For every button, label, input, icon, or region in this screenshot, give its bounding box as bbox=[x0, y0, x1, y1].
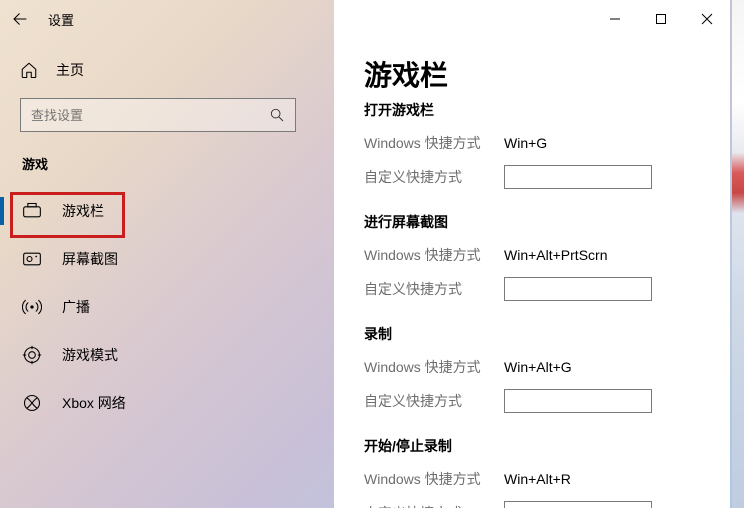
custom-shortcut-input[interactable] bbox=[504, 389, 652, 413]
minimize-icon bbox=[609, 13, 621, 25]
category-title: 游戏 bbox=[0, 154, 320, 187]
section-heading: 进行屏幕截图 bbox=[364, 212, 730, 232]
maximize-button[interactable] bbox=[638, 0, 684, 38]
shortcut-row: Windows 快捷方式 Win+Alt+R bbox=[364, 462, 730, 496]
section-heading: 录制 bbox=[364, 324, 730, 344]
section-heading: 打开游戏栏 bbox=[364, 100, 730, 120]
sidebar: 主页 游戏 游戏栏 屏幕截图 广播 游戏模式 Xbox 网络 bbox=[0, 38, 320, 508]
arrow-left-icon bbox=[11, 10, 29, 28]
shortcut-value: Win+Alt+PrtScrn bbox=[504, 247, 607, 263]
captures-icon bbox=[22, 249, 42, 269]
maximize-icon bbox=[655, 13, 667, 25]
window-controls bbox=[592, 0, 730, 38]
custom-shortcut-row: 自定义快捷方式 bbox=[364, 272, 730, 306]
win-shortcut-label: Windows 快捷方式 bbox=[364, 357, 504, 377]
app-title: 设置 bbox=[48, 10, 74, 29]
custom-shortcut-row: 自定义快捷方式 bbox=[364, 384, 730, 418]
game-bar-icon bbox=[22, 201, 42, 221]
nav-broadcast[interactable]: 广播 bbox=[0, 283, 320, 331]
shortcut-value: Win+Alt+G bbox=[504, 359, 572, 375]
nav-captures[interactable]: 屏幕截图 bbox=[0, 235, 320, 283]
minimize-button[interactable] bbox=[592, 0, 638, 38]
home-link[interactable]: 主页 bbox=[0, 56, 320, 98]
custom-shortcut-input[interactable] bbox=[504, 501, 652, 508]
custom-shortcut-label: 自定义快捷方式 bbox=[364, 279, 504, 299]
custom-shortcut-input[interactable] bbox=[504, 277, 652, 301]
nav-game-bar[interactable]: 游戏栏 bbox=[0, 187, 320, 235]
home-label: 主页 bbox=[56, 60, 84, 80]
custom-shortcut-row: 自定义快捷方式 bbox=[364, 160, 730, 194]
custom-shortcut-row: 自定义快捷方式 bbox=[364, 496, 730, 508]
custom-shortcut-label: 自定义快捷方式 bbox=[364, 391, 504, 411]
shortcut-value: Win+G bbox=[504, 135, 547, 151]
titlebar: 设置 bbox=[0, 0, 744, 38]
custom-shortcut-label: 自定义快捷方式 bbox=[364, 167, 504, 187]
nav-label: 屏幕截图 bbox=[62, 249, 118, 269]
search-icon bbox=[269, 107, 285, 123]
shortcut-row: Windows 快捷方式 Win+G bbox=[364, 126, 730, 160]
shortcut-row: Windows 快捷方式 Win+Alt+G bbox=[364, 350, 730, 384]
game-mode-icon bbox=[22, 345, 42, 365]
win-shortcut-label: Windows 快捷方式 bbox=[364, 245, 504, 265]
nav-label: 游戏模式 bbox=[62, 345, 118, 365]
close-icon bbox=[701, 13, 713, 25]
nav-label: 广播 bbox=[62, 297, 90, 317]
xbox-icon bbox=[22, 393, 42, 413]
shortcut-row: Windows 快捷方式 Win+Alt+PrtScrn bbox=[364, 238, 730, 272]
custom-shortcut-input[interactable] bbox=[504, 165, 652, 189]
win-shortcut-label: Windows 快捷方式 bbox=[364, 133, 504, 153]
section-heading: 开始/停止录制 bbox=[364, 436, 730, 456]
home-icon bbox=[20, 61, 38, 79]
nav-label: Xbox 网络 bbox=[62, 393, 126, 413]
nav-xbox-network[interactable]: Xbox 网络 bbox=[0, 379, 320, 427]
search-input[interactable] bbox=[31, 108, 251, 123]
desktop-strip bbox=[732, 0, 744, 508]
back-button[interactable] bbox=[0, 0, 40, 38]
win-shortcut-label: Windows 快捷方式 bbox=[364, 469, 504, 489]
content-pane: 游戏栏 打开游戏栏 Windows 快捷方式 Win+G 自定义快捷方式 进行屏… bbox=[334, 0, 730, 508]
page-title: 游戏栏 bbox=[364, 54, 730, 94]
close-button[interactable] bbox=[684, 0, 730, 38]
search-box[interactable] bbox=[20, 98, 296, 132]
shortcut-value: Win+Alt+R bbox=[504, 471, 571, 487]
custom-shortcut-label: 自定义快捷方式 bbox=[364, 503, 504, 508]
broadcast-icon bbox=[22, 297, 42, 317]
nav-game-mode[interactable]: 游戏模式 bbox=[0, 331, 320, 379]
nav-label: 游戏栏 bbox=[62, 201, 104, 221]
